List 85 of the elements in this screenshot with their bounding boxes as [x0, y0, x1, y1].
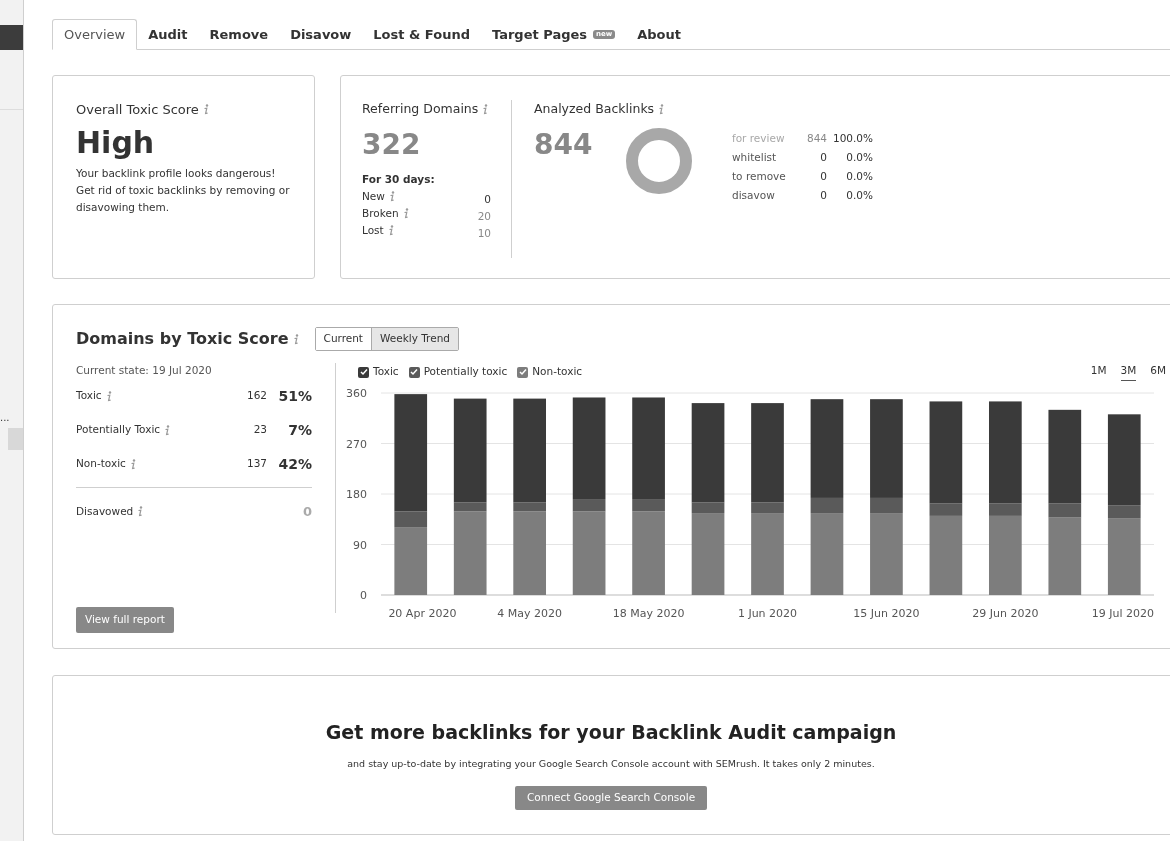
status-label: for review [732, 131, 786, 147]
disavowed-value: 0 [302, 502, 312, 521]
score-count: 137 [246, 456, 267, 472]
legend-label: Toxic [373, 364, 399, 380]
tab[interactable]: Overview [52, 19, 138, 50]
card-title: Analyzed Backlinks [534, 100, 655, 118]
tab[interactable]: Audit [137, 19, 199, 50]
promo-title: Get more backlinks for your Backlink Audit campaign [325, 720, 897, 745]
info-icon [164, 424, 171, 436]
info-icon [658, 103, 665, 115]
axis-label: 29 Jun 2020 [972, 607, 1039, 620]
axis-label: 360 [346, 387, 367, 400]
status-label: to remove [732, 169, 787, 185]
axis-label: 1 Jun 2020 [737, 607, 798, 620]
status-label: whitelist [732, 150, 778, 166]
tab[interactable]: Remove [198, 19, 280, 50]
axis-label: 90 [353, 538, 367, 552]
status-count: 0 [819, 150, 827, 166]
axis-label: 4 May 2020 [497, 607, 562, 620]
status-percent: 100.0% [831, 131, 873, 147]
stat-label: Broken [362, 205, 399, 221]
view-full-report-button[interactable]: View full report [76, 607, 174, 633]
tab[interactable]: Disavow [279, 19, 363, 50]
score-label: Toxic [76, 388, 102, 404]
score-count: 23 [253, 422, 267, 438]
stat-value: 10 [477, 225, 491, 241]
legend-label: Non-toxic [532, 364, 583, 380]
sidebar-label[interactable]: ... [0, 410, 10, 425]
axis-label: 15 Jun 2020 [853, 607, 920, 620]
stat-value: 20 [477, 208, 491, 224]
tab[interactable]: About [626, 19, 692, 50]
info-icon [137, 506, 144, 517]
score-label: Non-toxic [76, 456, 126, 472]
score-percent: 42% [277, 454, 312, 474]
score-count: 162 [246, 388, 267, 404]
status-percent: 0.0% [845, 150, 873, 166]
axis-label: 0 [360, 589, 367, 602]
info-icon [202, 104, 209, 116]
legend-label: Potentially toxic [423, 364, 508, 380]
card-title: Referring Domains [362, 100, 479, 118]
score-percent: 51% [277, 386, 312, 406]
status-label: disavow [732, 188, 776, 204]
legend-checkbox[interactable] [358, 366, 369, 378]
stat-label: New [362, 188, 385, 204]
legend-checkbox[interactable] [408, 366, 420, 378]
legend-checkbox[interactable] [517, 366, 529, 378]
stat-label: Lost [362, 222, 384, 238]
info-icon [388, 191, 395, 202]
stat-value: 0 [484, 191, 491, 207]
range-tab[interactable]: 6M [1150, 362, 1166, 382]
score-label: Disavowed [76, 503, 134, 519]
toxic-score-description: Your backlink profile looks dangerous! Get rid of toxic backlinks by removing or disavowing them. [76, 166, 291, 215]
status-count: 844 [805, 131, 827, 147]
info-icon [129, 458, 136, 470]
axis-label: 20 Apr 2020 [388, 607, 457, 620]
info-icon [105, 390, 112, 402]
status-percent: 0.0% [845, 188, 873, 204]
status-count: 0 [819, 169, 827, 185]
period-label: For 30 days: [362, 171, 436, 187]
donut-chart [626, 127, 692, 194]
score-label: Potentially Toxic [76, 422, 161, 438]
promo-text: and stay up-to-date by integrating your Google Search Console account with SEMrush. It takes only 2 minutes. [347, 756, 875, 771]
toxic-score-value: High [76, 123, 156, 161]
card-title: Overall Toxic Score [76, 101, 199, 119]
section-title: Domains by Toxic Score [76, 328, 289, 350]
axis-label: 270 [346, 437, 367, 451]
view-toggle[interactable]: Weekly Trend [371, 328, 458, 350]
axis-label: 19 Jul 2020 [1091, 607, 1154, 620]
connect-button[interactable]: Connect Google Search Console [514, 785, 708, 810]
info-icon [387, 225, 394, 236]
sidebar-block [0, 25, 23, 50]
analyzed-backlinks-value: 844 [534, 126, 594, 163]
range-tab[interactable]: 3M [1120, 362, 1137, 382]
axis-label: 180 [346, 488, 367, 501]
info-icon [292, 333, 299, 345]
axis-label: 18 May 2020 [612, 607, 685, 620]
range-tab[interactable]: 1M [1090, 362, 1107, 382]
info-icon [402, 208, 409, 219]
status-percent: 0.0% [845, 169, 873, 185]
tab[interactable]: Lost & Found [362, 19, 481, 50]
current-state-label: Current state: 19 Jul 2020 [76, 363, 213, 378]
info-icon [482, 103, 489, 115]
score-percent: 7% [287, 420, 312, 440]
status-count: 0 [819, 188, 827, 204]
referring-domains-value: 322 [362, 126, 422, 163]
